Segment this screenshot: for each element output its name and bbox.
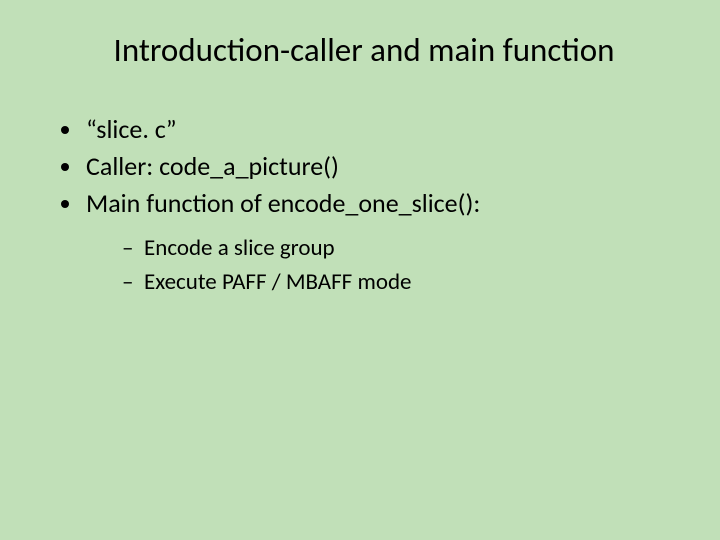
slide: Introduction-caller and main function “s… <box>0 0 720 540</box>
bullet-text: “slice. c” <box>86 113 177 145</box>
bullet-list-level1: “slice. c” Caller: code_a_picture() Main… <box>48 112 680 298</box>
slide-title: Introduction-caller and main function <box>48 32 680 68</box>
bullet-list-level2: Encode a slice group Execute PAFF / MBAF… <box>86 232 680 298</box>
bullet-text: Execute PAFF / MBAFF mode <box>144 268 411 296</box>
list-item: “slice. c” <box>84 112 680 147</box>
bullet-text: Encode a slice group <box>144 234 335 262</box>
list-item: Caller: code_a_picture() <box>84 149 680 184</box>
list-item: Main function of encode_one_slice(): Enc… <box>84 186 680 297</box>
list-item: Execute PAFF / MBAFF mode <box>122 266 680 298</box>
list-item: Encode a slice group <box>122 232 680 264</box>
bullet-text: Main function of encode_one_slice(): <box>86 187 480 219</box>
bullet-text: Caller: code_a_picture() <box>86 150 339 182</box>
